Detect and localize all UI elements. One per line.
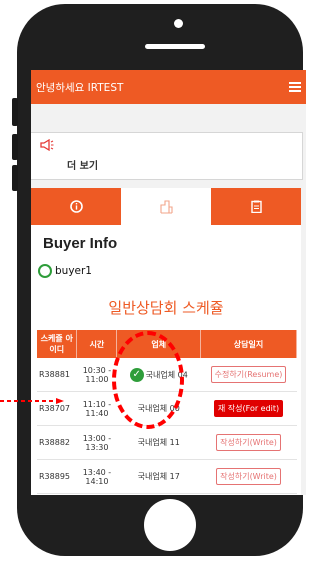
schedule-time: 10:30 - 11:00 bbox=[76, 358, 117, 392]
info-icon bbox=[69, 200, 83, 213]
column-header-company: 업체 bbox=[116, 330, 202, 358]
company-name: 국내업체 04 bbox=[145, 370, 188, 379]
speaker-grille bbox=[145, 44, 205, 49]
home-button[interactable] bbox=[144, 499, 196, 551]
status-circle-icon bbox=[38, 264, 52, 278]
action-cell: 작성하기(Write) bbox=[200, 459, 297, 494]
megaphone-icon bbox=[40, 138, 54, 155]
table-header-row: 스케쥴 아이디 시간 업체 상담일지 bbox=[37, 330, 297, 358]
resume-button[interactable]: 수정하기(Resume) bbox=[210, 366, 287, 383]
column-header-id: 스케쥴 아이디 bbox=[37, 330, 78, 358]
hamburger-icon[interactable] bbox=[289, 82, 301, 92]
edit-button[interactable]: 재 작성(For edit) bbox=[213, 400, 284, 417]
write-button[interactable]: 작성하기(Write) bbox=[216, 468, 281, 485]
schedule-time: 13:00 - 13:30 bbox=[76, 425, 117, 460]
pointer-arrow-icon bbox=[0, 398, 64, 404]
column-header-journal: 상담일지 bbox=[200, 330, 297, 358]
schedule-id: R38882 bbox=[37, 425, 77, 460]
building-icon bbox=[159, 199, 173, 214]
schedule-id: R38895 bbox=[37, 459, 77, 494]
company-name: 국내업체 00 bbox=[137, 404, 180, 413]
action-cell: 수정하기(Resume) bbox=[200, 358, 297, 392]
table-row: R38895 13:40 - 14:10 국내업체 17 작성하기(Write) bbox=[37, 459, 297, 494]
buyer-name: buyer1 bbox=[55, 265, 92, 277]
schedule-table: 스케쥴 아이디 시간 업체 상담일지 R38881 10:30 - 11:00 … bbox=[37, 330, 297, 494]
action-cell: 작성하기(Write) bbox=[200, 425, 297, 460]
tab-info[interactable] bbox=[31, 188, 121, 225]
app-screen: 안녕하세요 IRTEST 더 보기 Buyer Info buyer1 일반상담… bbox=[31, 70, 306, 495]
schedule-time: 11:10 - 11:40 bbox=[76, 391, 117, 426]
company-name: 국내업체 17 bbox=[137, 472, 180, 481]
company-cell: 국내업체 11 bbox=[116, 425, 201, 460]
notice-panel: 더 보기 bbox=[31, 132, 303, 180]
action-cell: 재 작성(For edit) bbox=[200, 391, 297, 426]
write-button[interactable]: 작성하기(Write) bbox=[216, 434, 281, 451]
table-row: R38881 10:30 - 11:00 ✓ 국내업체 04 수정하기(Resum… bbox=[37, 358, 297, 392]
company-cell: 국내업체 17 bbox=[116, 459, 201, 494]
company-name: 국내업체 11 bbox=[137, 438, 180, 447]
side-button bbox=[12, 134, 18, 160]
document-icon bbox=[250, 200, 262, 213]
company-cell: ✓ 국내업체 04 bbox=[116, 358, 201, 392]
tab-document[interactable] bbox=[211, 188, 301, 225]
table-row: R38707 11:10 - 11:40 국내업체 00 재 작성(For ed… bbox=[37, 391, 297, 426]
content-card: Buyer Info buyer1 일반상담회 스케쥴 스케쥴 아이디 시간 업… bbox=[31, 225, 301, 495]
app-header: 안녕하세요 IRTEST bbox=[31, 70, 306, 104]
tab-building[interactable] bbox=[121, 188, 211, 225]
side-button bbox=[12, 98, 18, 126]
table-row: R38882 13:00 - 13:30 국내업체 11 작성하기(Write) bbox=[37, 425, 297, 460]
side-button bbox=[12, 165, 18, 191]
check-icon: ✓ bbox=[129, 367, 144, 382]
buyer-row: buyer1 bbox=[38, 264, 92, 278]
column-header-time: 시간 bbox=[76, 330, 118, 358]
schedule-title: 일반상담회 스케쥴 bbox=[108, 299, 224, 317]
tab-bar bbox=[31, 188, 301, 225]
schedule-id: R38881 bbox=[37, 358, 77, 392]
buyer-info-heading: Buyer Info bbox=[43, 235, 118, 252]
company-cell: 국내업체 00 bbox=[116, 391, 201, 426]
greeting-text: 안녕하세요 IRTEST bbox=[36, 81, 124, 94]
more-link[interactable]: 더 보기 bbox=[67, 157, 98, 172]
schedule-time: 13:40 - 14:10 bbox=[76, 459, 117, 494]
schedule-id: R38707 bbox=[37, 391, 77, 426]
camera-dot bbox=[174, 19, 183, 28]
